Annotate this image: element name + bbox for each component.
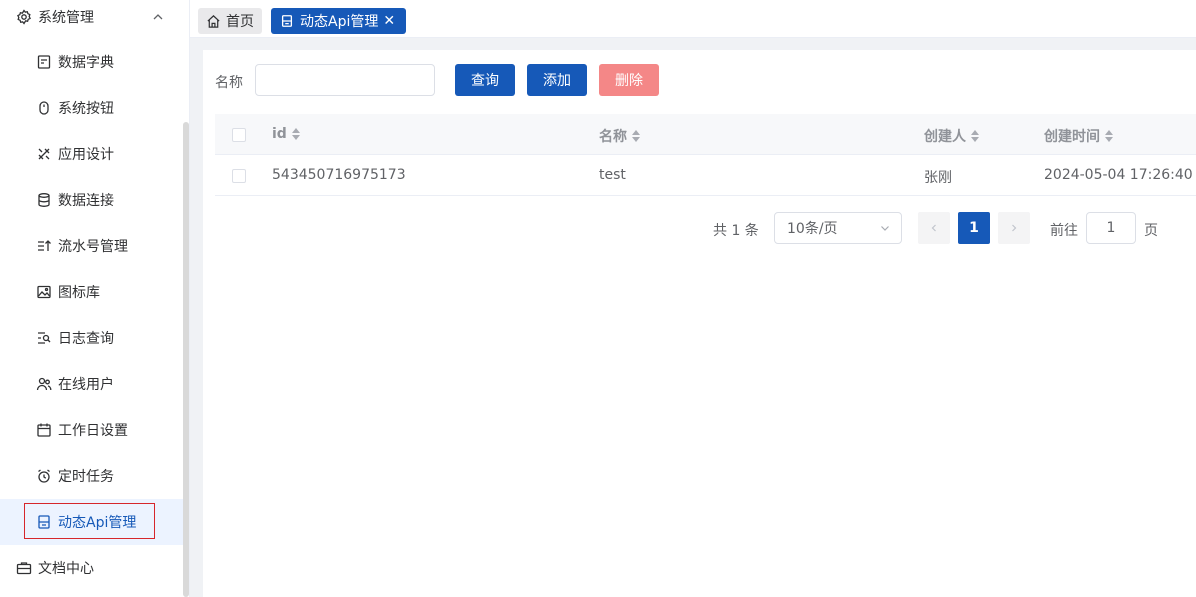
gear-icon <box>17 9 31 25</box>
log-search-icon <box>38 332 51 344</box>
pagination-total: 共 1 条 <box>713 223 759 239</box>
sidebar-scrollbar-thumb[interactable] <box>183 122 189 597</box>
header-name[interactable]: 名称 <box>599 126 640 146</box>
content-card: 名称 查询 添加 删除 id 名称 创建人 创建时间 5434507169751… <box>203 50 1196 597</box>
chevron-down-icon <box>881 226 889 231</box>
cell-created-time: 2024-05-04 17:26:40 <box>1044 167 1193 183</box>
sidebar-item-scheduled-tasks[interactable]: 定时任务 <box>0 453 183 499</box>
sort-icon[interactable] <box>971 130 979 142</box>
tab-home[interactable]: 首页 <box>198 8 262 34</box>
sidebar-item-app-design[interactable]: 应用设计 <box>0 131 183 177</box>
select-all-checkbox[interactable] <box>232 128 246 142</box>
header-creator[interactable]: 创建人 <box>924 126 979 146</box>
chevron-right-icon <box>1012 224 1017 232</box>
sidebar-item-label: 图标库 <box>58 285 100 301</box>
sidebar-item-label: 动态Api管理 <box>58 515 137 531</box>
sidebar-item-label: 系统按钮 <box>58 101 114 117</box>
add-button[interactable]: 添加 <box>527 64 587 96</box>
table-header: id 名称 创建人 创建时间 <box>215 114 1196 155</box>
page-size-select[interactable]: 10条/页 <box>774 212 902 244</box>
sort-icon[interactable] <box>291 128 300 140</box>
book-icon <box>37 55 51 69</box>
name-filter-input[interactable] <box>255 64 435 96</box>
delete-button[interactable]: 删除 <box>599 64 659 96</box>
calendar-icon <box>37 423 51 437</box>
menu-group-label: 文档中心 <box>38 561 94 577</box>
row-checkbox[interactable] <box>232 169 246 183</box>
sidebar-item-data-dictionary[interactable]: 数据字典 <box>0 39 183 85</box>
prev-page-button[interactable] <box>918 212 950 244</box>
table-row[interactable]: 543450716975173 test 张刚 2024-05-04 17:26… <box>215 155 1196 196</box>
query-button[interactable]: 查询 <box>455 64 515 96</box>
chevron-left-icon <box>931 224 936 232</box>
sort-list-icon <box>38 240 51 251</box>
sidebar-item-workday-settings[interactable]: 工作日设置 <box>0 407 183 453</box>
sidebar-item-icon-library[interactable]: 图标库 <box>0 269 183 315</box>
sidebar-item-label: 定时任务 <box>58 469 114 485</box>
users-icon <box>36 377 52 391</box>
tab-dynamic-api-label: 动态Api管理 <box>300 14 379 30</box>
cell-id: 543450716975173 <box>272 167 406 183</box>
header-created-time[interactable]: 创建时间 <box>1044 126 1113 146</box>
cell-name: test <box>599 167 626 183</box>
tab-home-label: 首页 <box>226 14 254 30</box>
tabs-bar: 首页 动态Api管理 ✕ <box>190 0 1196 38</box>
sidebar-item-data-connection[interactable]: 数据连接 <box>0 177 183 223</box>
image-icon <box>37 285 51 299</box>
sidebar-item-label: 在线用户 <box>58 377 114 393</box>
sidebar-item-label: 数据字典 <box>58 55 114 71</box>
menu-group-docs[interactable]: 文档中心 <box>0 545 183 591</box>
sidebar-item-label: 工作日设置 <box>58 423 128 439</box>
alarm-clock-icon <box>38 469 50 483</box>
chevron-up-icon[interactable] <box>151 10 165 24</box>
sidebar-item-log-query[interactable]: 日志查询 <box>0 315 183 361</box>
mouse-icon <box>39 101 49 115</box>
api-icon <box>38 515 50 529</box>
tab-dynamic-api[interactable]: 动态Api管理 ✕ <box>271 8 406 34</box>
goto-unit-label: 页 <box>1144 223 1158 239</box>
goto-page-input[interactable]: 1 <box>1086 212 1136 244</box>
header-id[interactable]: id <box>272 126 300 142</box>
sidebar: 系统管理 数据字典 系统按钮 应用设计 数据连接 流水号管理 图标库 日志查询 … <box>0 0 190 597</box>
goto-label: 前往 <box>1050 223 1078 239</box>
page-number-button[interactable]: 1 <box>958 212 990 244</box>
cell-creator: 张刚 <box>924 170 952 186</box>
briefcase-icon <box>16 562 32 575</box>
sidebar-item-system-buttons[interactable]: 系统按钮 <box>0 85 183 131</box>
menu-group-system[interactable]: 系统管理 <box>0 0 183 34</box>
sidebar-item-serial-number[interactable]: 流水号管理 <box>0 223 183 269</box>
next-page-button[interactable] <box>998 212 1030 244</box>
menu-group-label: 系统管理 <box>38 10 94 26</box>
sort-icon[interactable] <box>632 130 640 142</box>
sidebar-item-label: 日志查询 <box>58 331 114 347</box>
design-icon <box>38 148 50 160</box>
sidebar-item-label: 应用设计 <box>58 147 114 163</box>
sidebar-item-label: 流水号管理 <box>58 239 128 255</box>
page-size-value: 10条/页 <box>787 221 838 237</box>
close-icon[interactable]: ✕ <box>383 14 395 28</box>
sort-icon[interactable] <box>1105 130 1113 142</box>
name-filter-label: 名称 <box>215 75 243 91</box>
database-icon <box>38 193 50 207</box>
sidebar-item-online-users[interactable]: 在线用户 <box>0 361 183 407</box>
sidebar-item-dynamic-api[interactable]: 动态Api管理 <box>0 499 183 545</box>
api-icon <box>281 15 293 27</box>
home-icon <box>207 14 220 28</box>
sidebar-item-label: 数据连接 <box>58 193 114 209</box>
